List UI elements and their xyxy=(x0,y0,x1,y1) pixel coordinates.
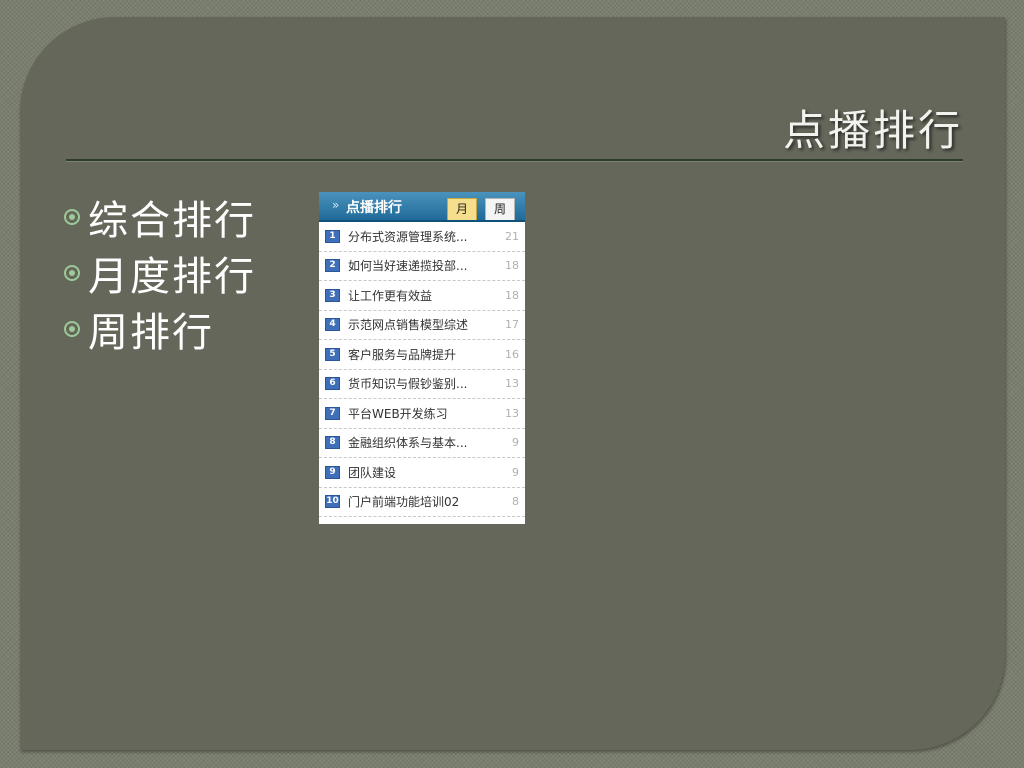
play-count: 18 xyxy=(505,288,519,302)
rank-title-link[interactable]: 客户服务与品牌提升 xyxy=(348,346,456,363)
bullet-text: 月度排行 xyxy=(88,254,256,300)
bullet-text: 周排行 xyxy=(88,310,214,356)
rank-badge: 1 xyxy=(325,229,340,243)
bullet-item-weekly: 周排行 xyxy=(64,301,256,357)
play-count: 18 xyxy=(505,259,519,273)
rank-badge: 9 xyxy=(325,465,340,479)
play-count: 9 xyxy=(512,436,519,450)
play-count: 13 xyxy=(505,406,519,420)
rank-badge: 8 xyxy=(325,436,340,450)
play-count: 13 xyxy=(505,377,519,391)
rank-badge: 6 xyxy=(325,377,340,391)
rank-row[interactable]: 4 示范网点销售模型综述 17 xyxy=(319,311,525,340)
bullet-text: 综合排行 xyxy=(88,198,256,244)
rank-title-link[interactable]: 金融组织体系与基本... xyxy=(348,434,467,451)
rank-badge: 4 xyxy=(325,318,340,332)
slide: 点播排行 综合排行 月度排行 周排行 » 点播排行 月 周 1 分布式资源管理系… xyxy=(20,17,1005,750)
rank-badge: 10 xyxy=(325,495,340,509)
double-chevron-right-icon: » xyxy=(332,198,340,212)
bullet-item-comprehensive: 综合排行 xyxy=(64,189,256,245)
circle-bullet-icon xyxy=(64,321,80,337)
circle-bullet-icon xyxy=(64,265,80,281)
circle-bullet-icon xyxy=(64,209,80,225)
play-count: 21 xyxy=(505,229,519,243)
rank-row[interactable]: 2 如何当好速递揽投部... 18 xyxy=(319,252,525,281)
rank-list: 1 分布式资源管理系统... 21 2 如何当好速递揽投部... 18 3 让工… xyxy=(319,222,525,517)
rank-title-link[interactable]: 如何当好速递揽投部... xyxy=(348,257,467,274)
bullet-list: 综合排行 月度排行 周排行 xyxy=(64,189,256,357)
rank-badge: 5 xyxy=(325,347,340,361)
rank-row[interactable]: 3 让工作更有效益 18 xyxy=(319,281,525,311)
tab-week[interactable]: 周 xyxy=(485,198,515,220)
panel-title: 点播排行 xyxy=(346,200,402,216)
bullet-item-monthly: 月度排行 xyxy=(64,245,256,301)
rank-title-link[interactable]: 团队建设 xyxy=(348,464,396,481)
play-count: 16 xyxy=(505,347,519,361)
rank-row[interactable]: 10 门户前端功能培训02 8 xyxy=(319,488,525,517)
rank-row[interactable]: 9 团队建设 9 xyxy=(319,458,525,488)
rank-title-link[interactable]: 平台WEB开发练习 xyxy=(348,405,448,422)
panel-header: » 点播排行 月 周 xyxy=(319,192,525,222)
rank-title-link[interactable]: 让工作更有效益 xyxy=(348,287,432,304)
title-divider xyxy=(66,159,963,162)
rank-title-link[interactable]: 门户前端功能培训02 xyxy=(348,493,459,510)
ranking-panel: » 点播排行 月 周 1 分布式资源管理系统... 21 2 如何当好速递揽投部… xyxy=(319,192,525,524)
rank-title-link[interactable]: 分布式资源管理系统... xyxy=(348,228,467,245)
rank-row[interactable]: 7 平台WEB开发练习 13 xyxy=(319,399,525,429)
rank-badge: 7 xyxy=(325,406,340,420)
rank-badge: 3 xyxy=(325,288,340,302)
play-count: 9 xyxy=(512,465,519,479)
play-count: 17 xyxy=(505,318,519,332)
slide-title: 点播排行 xyxy=(782,106,963,155)
rank-row[interactable]: 5 客户服务与品牌提升 16 xyxy=(319,340,525,370)
rank-title-link[interactable]: 货币知识与假钞鉴别... xyxy=(348,375,467,392)
rank-title-link[interactable]: 示范网点销售模型综述 xyxy=(348,316,468,333)
tab-month[interactable]: 月 xyxy=(447,198,477,220)
rank-row[interactable]: 1 分布式资源管理系统... 21 xyxy=(319,222,525,252)
rank-row[interactable]: 8 金融组织体系与基本... 9 xyxy=(319,429,525,458)
rank-badge: 2 xyxy=(325,259,340,273)
play-count: 8 xyxy=(512,495,519,509)
rank-row[interactable]: 6 货币知识与假钞鉴别... 13 xyxy=(319,370,525,399)
